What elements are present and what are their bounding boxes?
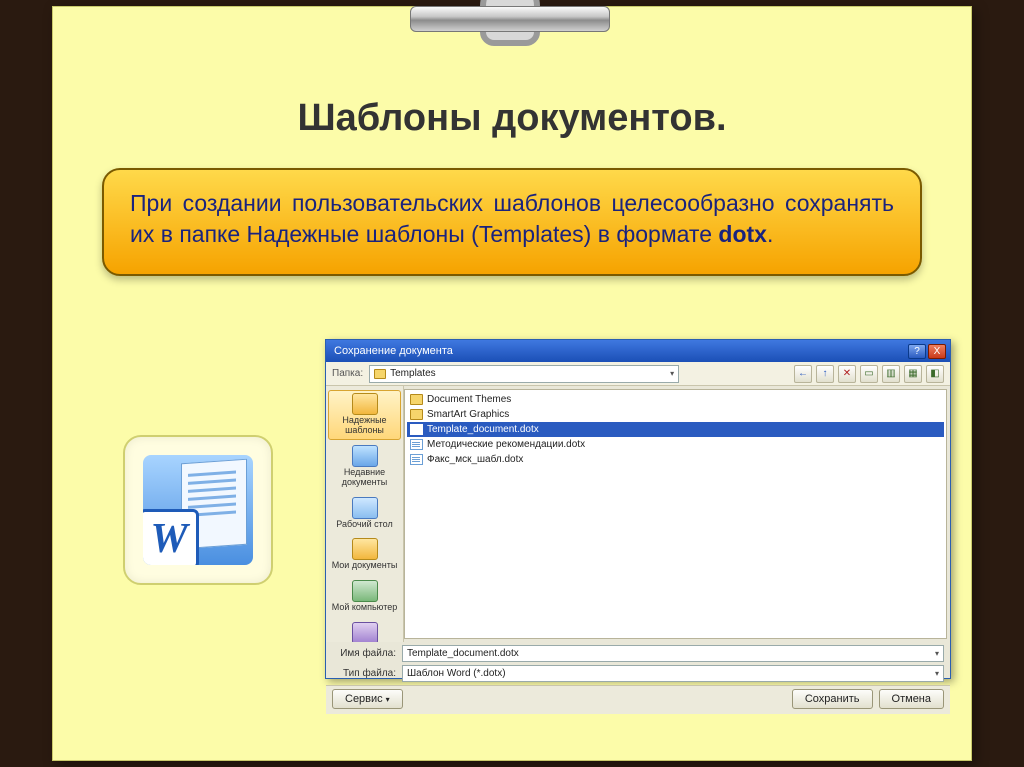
file-row[interactable]: Факс_мск_шабл.dotx <box>407 452 944 467</box>
chevron-down-icon: ▾ <box>670 369 674 378</box>
file-name: Факс_мск_шабл.dotx <box>427 454 523 465</box>
folder-value: Templates <box>390 368 436 379</box>
filetype-label: Тип файла: <box>332 668 396 679</box>
dotx-file-icon <box>410 439 423 450</box>
tool-button-2[interactable]: ◧ <box>926 365 944 383</box>
place-item[interactable]: Недавние документы <box>328 442 401 492</box>
save-as-dialog: Сохранение документа ? X Папка: Template… <box>325 339 951 679</box>
filename-input[interactable]: Template_document.dotx ▾ <box>402 645 944 662</box>
place-label: Недавние документы <box>329 468 400 488</box>
filename-value: Template_document.dotx <box>407 648 519 659</box>
views-button[interactable]: ▥ <box>882 365 900 383</box>
place-icon <box>352 538 378 560</box>
place-label: Рабочий стол <box>329 520 400 530</box>
file-name: Template_document.dotx <box>427 424 539 435</box>
chevron-down-icon: ▾ <box>386 695 390 704</box>
back-button[interactable]: ← <box>794 365 812 383</box>
word-app-tile: W <box>123 435 273 585</box>
place-item[interactable]: Сетевое окружение <box>328 619 401 642</box>
dotx-file-icon <box>410 424 423 435</box>
help-button[interactable]: ? <box>908 344 926 359</box>
save-button[interactable]: Сохранить <box>792 689 873 709</box>
callout-text: При создании пользовательских шаблонов ц… <box>130 188 894 250</box>
binder-clip-icon <box>410 0 610 72</box>
place-label: Мои документы <box>329 561 400 571</box>
folder-label: Папка: <box>332 368 363 379</box>
new-folder-button[interactable]: ▭ <box>860 365 878 383</box>
cancel-button[interactable]: Отмена <box>879 689 944 709</box>
place-item[interactable]: Надежные шаблоны <box>328 390 401 440</box>
delete-button[interactable]: ✕ <box>838 365 856 383</box>
word-w-icon: W <box>143 509 199 565</box>
folder-icon <box>374 369 386 379</box>
filename-label: Имя файла: <box>332 648 396 659</box>
chevron-down-icon[interactable]: ▾ <box>935 669 939 678</box>
place-item[interactable]: Мой компьютер <box>328 577 401 617</box>
file-list[interactable]: Document Themes SmartArt Graphics Template… <box>404 389 947 639</box>
place-item[interactable]: Рабочий стол <box>328 494 401 534</box>
place-label: Надежные шаблоны <box>329 416 400 436</box>
place-item[interactable]: Мои документы <box>328 535 401 575</box>
slide: Шаблоны документов. При создании пользов… <box>52 6 972 761</box>
place-icon <box>352 580 378 602</box>
tool-button-1[interactable]: ▦ <box>904 365 922 383</box>
file-row[interactable]: Document Themes <box>407 392 944 407</box>
dialog-titlebar[interactable]: Сохранение документа ? X <box>326 340 950 362</box>
slide-title: Шаблоны документов. <box>53 97 971 140</box>
place-label: Мой компьютер <box>329 603 400 613</box>
place-icon <box>352 622 378 642</box>
places-bar: Надежные шаблоны Недавние документы Рабочи… <box>326 386 404 642</box>
up-button[interactable]: ↑ <box>816 365 834 383</box>
place-icon <box>352 393 378 415</box>
place-icon <box>352 497 378 519</box>
file-row[interactable]: Методические рекомендации.dotx <box>407 437 944 452</box>
folder-icon <box>410 394 423 405</box>
callout-box: При создании пользовательских шаблонов ц… <box>102 168 922 276</box>
file-row[interactable]: SmartArt Graphics <box>407 407 944 422</box>
dialog-toolbar: Папка: Templates ▾ ← ↑ ✕ ▭ ▥ ▦ ◧ <box>326 362 950 386</box>
filetype-combo[interactable]: Шаблон Word (*.dotx) ▾ <box>402 665 944 682</box>
filetype-value: Шаблон Word (*.dotx) <box>407 668 506 679</box>
close-button[interactable]: X <box>928 344 946 359</box>
chevron-down-icon[interactable]: ▾ <box>935 649 939 658</box>
file-name: SmartArt Graphics <box>427 409 509 420</box>
folder-combo[interactable]: Templates ▾ <box>369 365 679 383</box>
file-name: Методические рекомендации.dotx <box>427 439 585 450</box>
dialog-title: Сохранение документа <box>334 345 453 357</box>
folder-icon <box>410 409 423 420</box>
place-icon <box>352 445 378 467</box>
file-name: Document Themes <box>427 394 511 405</box>
file-row[interactable]: Template_document.dotx <box>407 422 944 437</box>
tools-button[interactable]: Сервис▾ <box>332 689 403 709</box>
dotx-file-icon <box>410 454 423 465</box>
